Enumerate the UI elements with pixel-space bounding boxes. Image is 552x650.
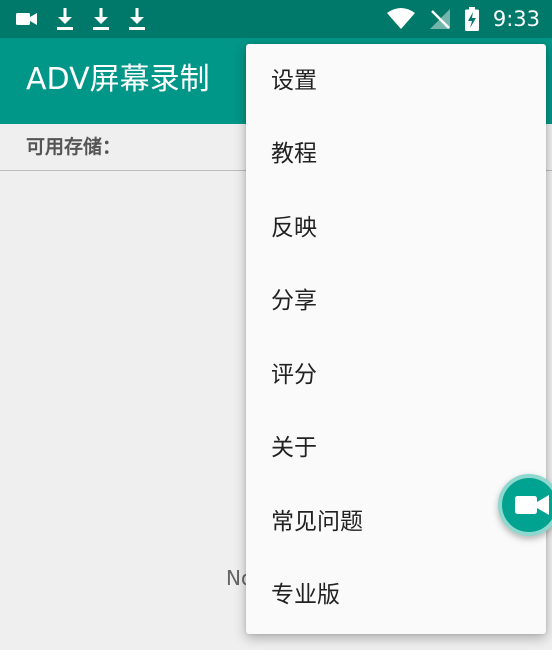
overflow-menu: 设置 教程 反映 分享 评分 关于 常见问题 专业版 <box>246 44 546 634</box>
menu-item-tutorial[interactable]: 教程 <box>246 118 546 192</box>
status-time: 9:33 <box>492 7 540 31</box>
menu-item-label: 分享 <box>271 288 317 315</box>
app-title: ADV屏幕录制 <box>26 62 210 97</box>
menu-item-label: 设置 <box>271 67 317 94</box>
battery-charging-icon <box>464 7 479 31</box>
video-camera-icon <box>515 493 551 517</box>
menu-item-pro[interactable]: 专业版 <box>246 559 546 633</box>
video-record-icon <box>16 11 38 27</box>
download-icon <box>92 8 110 30</box>
menu-item-settings[interactable]: 设置 <box>246 44 546 118</box>
menu-item-label: 教程 <box>271 141 317 168</box>
menu-item-rate[interactable]: 评分 <box>246 338 546 412</box>
no-signal-icon <box>429 8 451 30</box>
download-icon <box>56 8 74 30</box>
menu-item-feedback[interactable]: 反映 <box>246 191 546 265</box>
menu-item-label: 专业版 <box>271 582 340 609</box>
menu-item-about[interactable]: 关于 <box>246 412 546 486</box>
menu-item-label: 反映 <box>271 214 317 241</box>
menu-item-share[interactable]: 分享 <box>246 265 546 339</box>
status-bar: 9:33 <box>0 0 552 38</box>
menu-item-label: 常见问题 <box>271 508 363 535</box>
record-fab[interactable] <box>498 474 552 536</box>
download-icon <box>128 8 146 30</box>
wifi-icon <box>386 8 415 30</box>
menu-item-label: 关于 <box>271 435 317 462</box>
status-notifications <box>16 7 146 31</box>
menu-item-label: 评分 <box>271 361 317 388</box>
storage-label: 可用存储： <box>26 136 122 158</box>
status-system: 9:33 <box>386 6 540 32</box>
